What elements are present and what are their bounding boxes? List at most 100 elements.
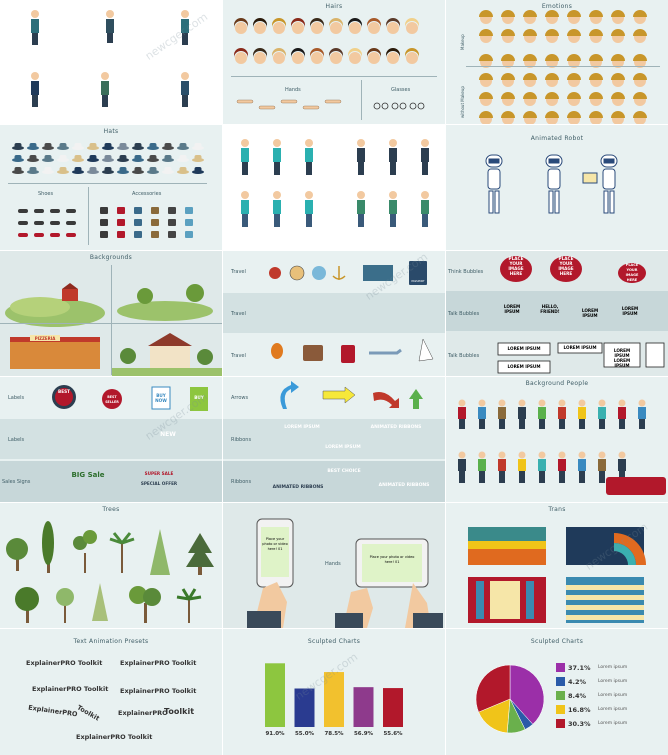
legend-swatch-5	[556, 719, 565, 728]
cell-arrows-ribbons: Arrows Ribbons Ribbons LOREM IPSUM ANIMA…	[223, 377, 445, 502]
hats-illustration	[12, 143, 204, 238]
talk-bubble-4-text: LOREM IPSUM	[621, 306, 639, 316]
bar-value-label-4: 56.9%	[353, 731, 374, 737]
backgrounds-title: Backgrounds	[89, 254, 133, 261]
pie-chart-title: Sculpted Charts	[530, 638, 584, 645]
cell-labels: Labels Labels Sales Signs BEST BEST SELL…	[0, 377, 222, 502]
talk-bubbles-label-1: Talk Bubbles	[448, 311, 480, 317]
legend-swatch-2	[556, 677, 565, 686]
text-sample-1: ExplainerPRO Toolkit	[26, 659, 103, 667]
labels-row-2: Labels	[8, 437, 25, 443]
passport-label: PASSPORT	[411, 279, 425, 283]
robot-title: Animated Robot	[530, 135, 584, 142]
text-sample-7: ExplainerPRO	[118, 709, 168, 717]
talk-bubble-3-text: LOREM IPSUM	[581, 308, 599, 318]
robot-illustration	[485, 154, 618, 214]
cell-text-animation: Text Animation Presets ExplainerPRO Tool…	[0, 629, 222, 755]
rect-bubble-4-text: LOREM IPSUM LOREM IPSUM	[613, 348, 631, 368]
legend-swatch-3	[556, 691, 565, 700]
cell-hats: Hats Shoes Accessories	[0, 125, 222, 250]
ribbons-row-2: Ribbons	[231, 479, 252, 485]
text-sample-4: ExplainerPRO Toolkit	[120, 687, 197, 695]
cell-trees: Trees	[0, 503, 222, 628]
trans-title: Trans	[548, 506, 566, 513]
kids-illustration	[241, 139, 429, 227]
bar-1	[265, 663, 285, 727]
cell-kids	[223, 125, 445, 250]
think-bubble-1-text: PLACE YOUR IMAGE HERE	[508, 256, 524, 276]
cell-hairs: Hairs Hands Glasses	[223, 0, 445, 124]
travel-row-2: Travel	[231, 311, 246, 317]
legend-percent-5: 30.3%	[568, 720, 591, 728]
legend-percent-3: 8.4%	[568, 692, 587, 700]
makeup-label: Makeup	[460, 34, 465, 50]
ribbons-row-1: Ribbons	[231, 437, 252, 443]
ribbon-4-text: BEST CHOICE	[327, 469, 361, 474]
trees-illustration	[6, 521, 214, 623]
bar-value-label-3: 78.5%	[324, 731, 344, 737]
without-makeup-label: without Makeup	[460, 86, 465, 118]
cell-trans: Trans	[446, 503, 668, 628]
legend-label-3: Lorem ipsum	[598, 693, 628, 698]
bar-4	[353, 687, 374, 727]
hands-title: Hands	[325, 561, 341, 567]
legend-percent-1: 37.1%	[568, 664, 591, 672]
bar-chart-title: Sculpted Charts	[307, 638, 361, 645]
hairs-faces	[234, 18, 425, 110]
labels-row-1: Labels	[8, 395, 25, 401]
pizzeria-sign: PIZZERIA	[35, 336, 57, 341]
cell-emotions: Emotions Makeup without Makeup	[446, 0, 668, 124]
hands-label: Hands	[285, 87, 301, 93]
cell-backgrounds: Backgrounds PIZZERIA	[0, 251, 222, 376]
badge-best-seller: BEST SELLER	[105, 395, 119, 404]
legend-swatch-4	[556, 705, 565, 714]
legend-label-5: Lorem ipsum	[598, 721, 628, 726]
text-sample-2: ExplainerPRO Toolkit	[120, 659, 197, 667]
travel-row-3: Travel	[231, 353, 246, 359]
rect-bubble-3-text: LOREM IPSUM	[507, 364, 541, 369]
bar-value-label-1: 91.0%	[265, 731, 285, 737]
cell-pie-chart: Sculpted Charts 37.1% Lorem ipsum 4.2% Lore…	[446, 629, 668, 755]
text-sample-5: ExplainerPRO	[27, 703, 78, 719]
text-anim-title: Text Animation Presets	[73, 638, 149, 645]
preview-grid: Hairs Hands Glasses Emotions Makeup with…	[0, 0, 668, 755]
arrows-row: Arrows	[231, 395, 249, 401]
travel-row-1: Travel	[231, 269, 246, 275]
hats-title: Hats	[103, 128, 119, 135]
bar-value-label-5: 55.6%	[383, 731, 403, 737]
cell-hands: Hands Place your photo or video here! 01…	[223, 503, 445, 628]
badge-buy-now: BUY NOW	[155, 393, 167, 403]
legend-label-1: Lorem ipsum	[598, 665, 628, 670]
sign-super-sale: SUPER SALE	[144, 471, 174, 476]
think-bubble-2-text: PLACE YOUR IMAGE HERE	[558, 256, 574, 276]
text-sample-6: Toolkit	[75, 703, 101, 723]
emotions-title: Emotions	[541, 3, 573, 10]
ribbon-5-text: ANIMATED RIBBONS	[272, 485, 324, 490]
sign-special-offer: SPECIAL OFFER	[140, 481, 178, 486]
text-sample-9: ExplainerPRO Toolkit	[76, 733, 153, 741]
cell-robot: Animated Robot	[446, 125, 668, 250]
legend-swatch-1	[556, 663, 565, 672]
rect-bubble-1-text: LOREM IPSUM	[507, 346, 541, 351]
accessories-label: Accessories	[132, 191, 162, 197]
legend-label-2: Lorem ipsum	[598, 679, 628, 684]
cell-bar-chart: Sculpted Charts 91.0% 55.0% 78.5% 56.9% 55.6…	[223, 629, 445, 755]
think-bubbles-label: Think Bubbles	[448, 269, 484, 275]
glasses-label: Glasses	[391, 87, 411, 93]
talk-bubble-2-text: HELLO, FRIEND!	[540, 304, 560, 314]
shoes-label: Shoes	[38, 191, 54, 197]
sales-signs-row: Sales Signs	[2, 479, 31, 485]
ribbon-2-text: ANIMATED RIBBONS	[370, 425, 422, 430]
legend-label-4: Lorem ipsum	[598, 707, 628, 712]
bar-value-label-2: 55.0%	[294, 731, 315, 737]
text-sample-8: Toolkit	[164, 707, 195, 716]
ribbon-6-text: ANIMATED RIBBONS	[378, 483, 430, 488]
cell-background-people: Background People	[446, 377, 668, 502]
talk-bubble-1-text: LOREM IPSUM	[503, 304, 521, 314]
ribbon-1-text: LOREM IPSUM	[284, 425, 320, 430]
think-bubble-3-text: PLACE YOUR IMAGE HERE	[625, 263, 639, 282]
ribbon-3-text: LOREM IPSUM	[325, 445, 361, 450]
tablet-screen-text: Place your photo or video here! 01	[369, 555, 415, 564]
bar-5	[383, 688, 403, 727]
sign-big-sale: BIG Sale	[71, 471, 105, 479]
